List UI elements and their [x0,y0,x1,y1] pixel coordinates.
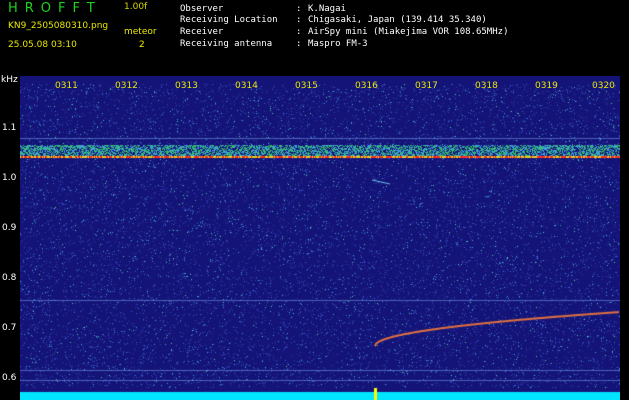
time-tick-label: 0313 [175,81,198,91]
location-label: Receiving Location [180,15,278,25]
y-tick-label: 1.1 [2,123,17,133]
capture-datetime: 25.05.08 03:10 [8,40,77,50]
app-version: 1.00f [124,2,148,12]
y-unit-label: kHz [1,75,18,85]
time-tick-label: 0319 [535,81,558,91]
antenna-value: Maspro FM-3 [308,39,368,49]
time-tick-label: 0311 [55,81,78,91]
time-tick-label: 0312 [115,81,138,91]
observer-value: K.Nagai [308,4,346,14]
location-colon: : [296,15,302,25]
time-tick-label: 0318 [475,81,498,91]
y-tick-label: 0.7 [2,323,17,333]
observer-label: Observer [180,4,224,14]
time-tick-label: 0320 [592,81,615,91]
time-tick-label: 0314 [235,81,258,91]
y-tick-label: 1.0 [2,173,17,183]
antenna-label: Receiving antenna [180,39,273,49]
time-tick-label: 0315 [295,81,318,91]
y-tick-label: 0.8 [2,273,17,283]
time-tick-label: 0317 [415,81,438,91]
receiver-label: Receiver [180,27,224,37]
mode-value: 2 [139,40,145,50]
header-panel: HROFFT 1.00f KN9_2505080310.png meteor 2… [0,0,629,76]
image-filename: KN9_2505080310.png [8,21,109,31]
time-tick-label: 0316 [355,81,378,91]
location-value: Chigasaki, Japan (139.414 35.340) [308,15,487,25]
app-title: HROFFT [8,1,102,16]
spectrogram-axes: kHz 1.1 1.0 0.9 0.8 0.7 0.6 0311 0312 03… [0,76,629,400]
observer-colon: : [296,4,302,14]
mode-label: meteor [124,27,157,37]
antenna-colon: : [296,39,302,49]
y-tick-label: 0.6 [2,373,17,383]
receiver-colon: : [296,27,302,37]
receiver-value: AirSpy mini (Miakejima VOR 108.65MHz) [308,27,509,37]
y-tick-label: 0.9 [2,223,17,233]
